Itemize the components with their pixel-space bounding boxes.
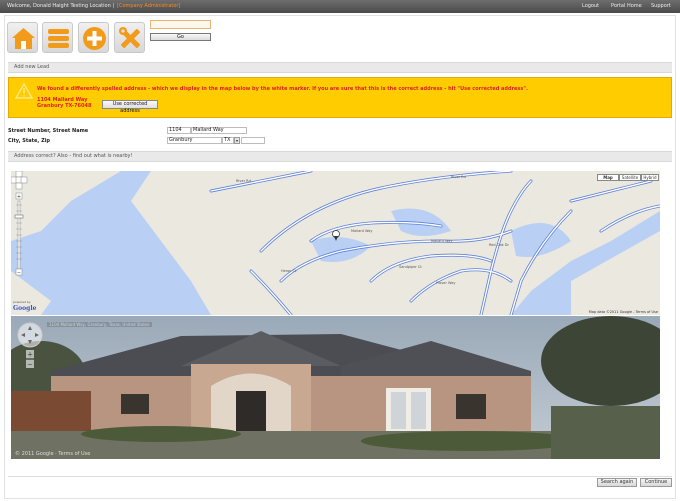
home-button[interactable] bbox=[7, 22, 38, 53]
street-view-image bbox=[11, 316, 660, 459]
street-view-address: 1104 Mallard Way, Granbury, Texas, Unite… bbox=[47, 322, 152, 327]
road-label: River Rd bbox=[451, 175, 466, 179]
map-type-map[interactable]: Map bbox=[597, 174, 619, 181]
street-name-field[interactable]: Mallard Way bbox=[191, 127, 247, 134]
section-address-correct: Address correct? Also - find out what is… bbox=[8, 151, 672, 162]
top-bar: Welcome, Donald Haight Testing Location … bbox=[0, 0, 680, 13]
search-input[interactable] bbox=[150, 20, 211, 29]
support-link[interactable]: Support bbox=[651, 3, 671, 9]
street-number-field[interactable]: 1104 bbox=[167, 127, 191, 134]
pan-control-icon[interactable] bbox=[17, 322, 43, 348]
address-warning: We found a differently spelled address -… bbox=[8, 77, 672, 118]
portal-home-link[interactable]: Portal Home bbox=[611, 3, 642, 9]
add-icon bbox=[83, 27, 106, 50]
zip-field[interactable] bbox=[241, 137, 265, 144]
state-dropdown-arrow[interactable]: ▾ bbox=[234, 137, 240, 144]
map-type-satellite[interactable]: Satellite bbox=[619, 174, 641, 181]
map-type-hybrid[interactable]: Hybrid bbox=[641, 174, 659, 181]
add-button[interactable] bbox=[78, 22, 109, 53]
svg-text:−: − bbox=[27, 361, 33, 369]
go-button[interactable]: Go bbox=[150, 33, 211, 41]
street-label: Street Number, Street Name bbox=[8, 128, 89, 134]
road-label: Red Oak Dr bbox=[489, 243, 509, 247]
city-label: City, State, Zip bbox=[8, 138, 50, 144]
home-icon bbox=[12, 28, 35, 49]
road-label: Plover Way bbox=[436, 281, 456, 285]
list-button[interactable] bbox=[42, 22, 73, 53]
street-view[interactable]: + − 1104 Mallard Way, Granbury, Texas, U… bbox=[11, 316, 660, 459]
powered-by-label: powered by bbox=[13, 300, 31, 304]
continue-button[interactable]: Continue bbox=[640, 478, 672, 487]
tools-icon bbox=[119, 27, 140, 48]
logout-link[interactable]: Logout bbox=[582, 3, 599, 9]
road-label: Sandpiper Ct bbox=[399, 265, 422, 269]
city-field[interactable]: Granbury bbox=[167, 137, 222, 144]
street-zoom-control[interactable]: + − bbox=[26, 350, 34, 368]
svg-text:+: + bbox=[17, 194, 21, 200]
road-label: Mallard Way bbox=[351, 229, 373, 233]
zoom-control[interactable]: + − bbox=[11, 171, 29, 277]
corrected-address-line2: Granbury TX-76048 bbox=[37, 103, 92, 109]
road-label: Heron Ct bbox=[281, 269, 297, 273]
welcome-text: Welcome, Donald Haight Testing Location … bbox=[7, 3, 180, 9]
role-label: [Company Administrator] bbox=[117, 3, 181, 9]
svg-text:+: + bbox=[27, 351, 33, 359]
svg-text:−: − bbox=[17, 270, 21, 276]
road-label: Mallard Way bbox=[431, 239, 453, 243]
map-attribution[interactable]: Map data ©2011 Google - Terms of Use bbox=[589, 310, 658, 314]
google-logo: Google bbox=[13, 305, 37, 312]
welcome-label: Welcome, Donald Haight Testing Location … bbox=[7, 3, 115, 9]
search-again-button[interactable]: Search again bbox=[597, 478, 637, 487]
list-icon bbox=[48, 29, 69, 48]
tools-button[interactable] bbox=[114, 22, 145, 53]
state-select[interactable]: TX bbox=[222, 137, 234, 144]
section-add-lead: Add new Lead bbox=[8, 62, 672, 73]
warning-message: We found a differently spelled address -… bbox=[37, 86, 528, 92]
map-view[interactable]: River Rd River Rd Mallard Way Mallard Wa… bbox=[11, 171, 660, 315]
use-corrected-address-button[interactable]: Use corrected address bbox=[102, 100, 158, 114]
street-view-copyright[interactable]: © 2011 Google · Terms of Use bbox=[15, 451, 90, 457]
road-label: River Rd bbox=[236, 179, 251, 183]
map-graphics bbox=[11, 171, 660, 315]
bottom-bar bbox=[8, 476, 672, 488]
warning-icon bbox=[15, 83, 33, 99]
